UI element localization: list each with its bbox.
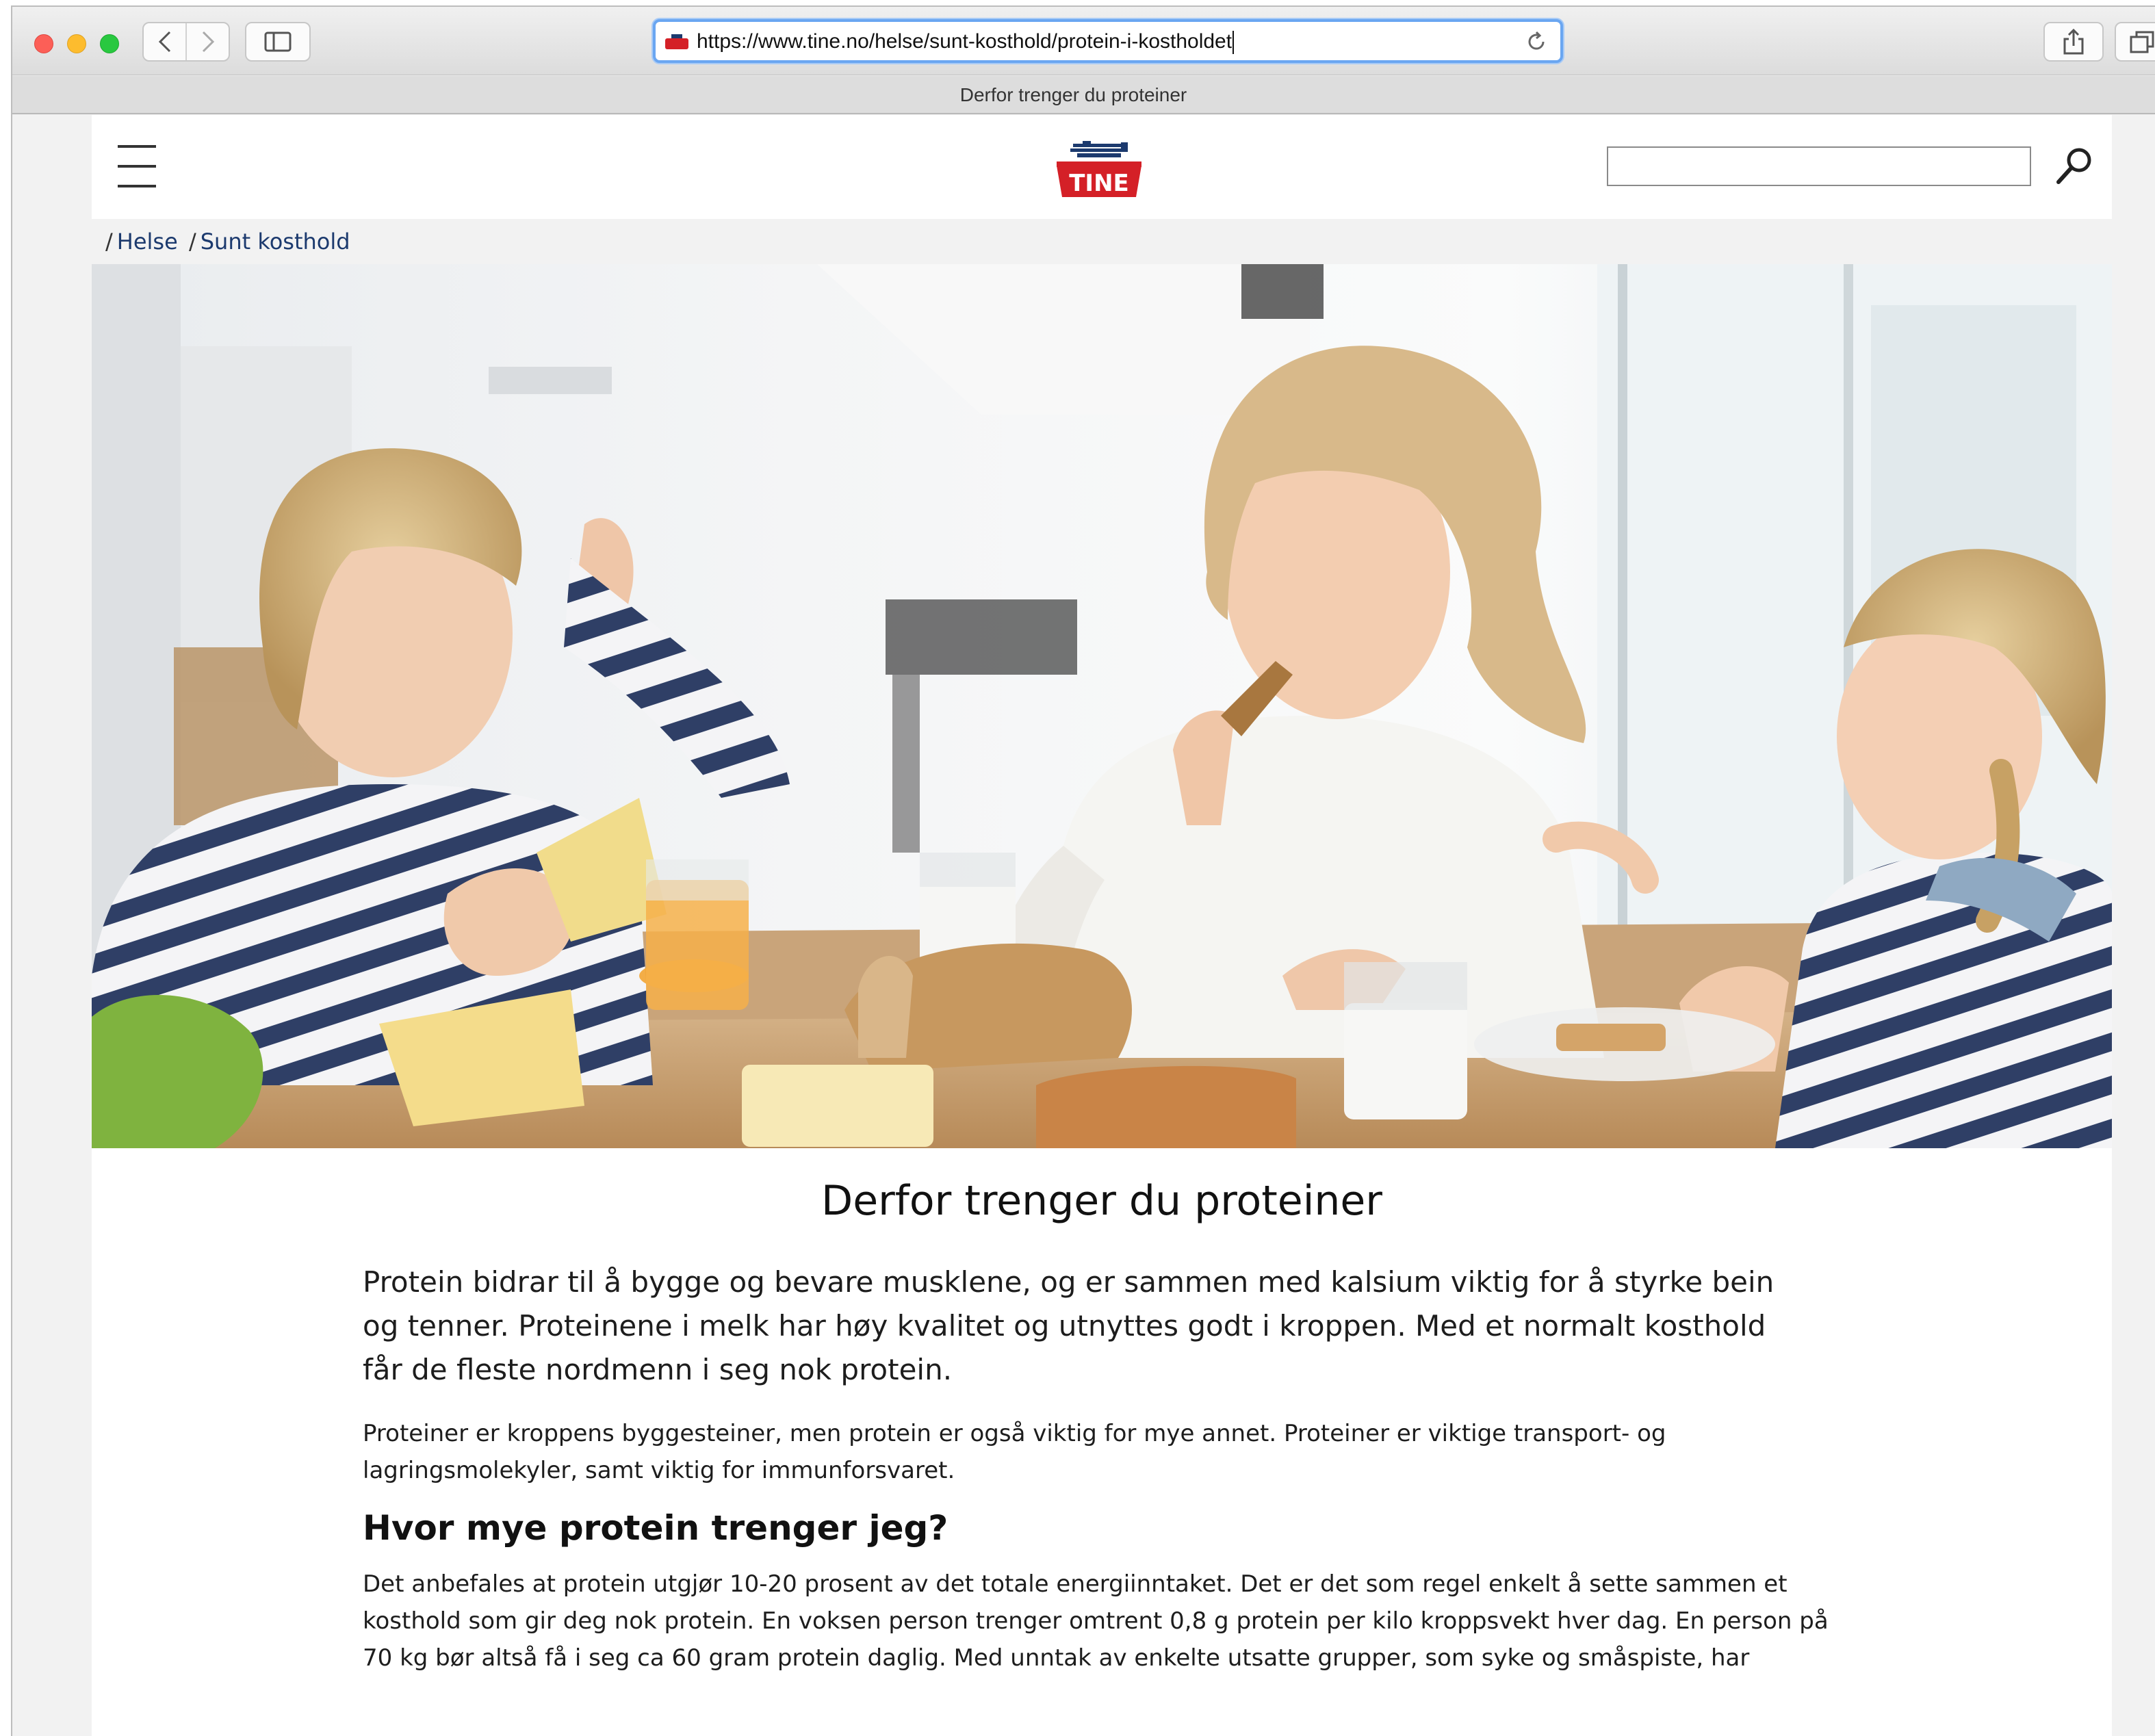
page-viewport: TINE / Helse / Sunt kosthold Derfor tren… bbox=[12, 115, 2155, 1736]
breadcrumb-separator: / bbox=[105, 229, 113, 255]
share-icon bbox=[2063, 28, 2084, 55]
page-title: Derfor trenger du proteiner bbox=[821, 1177, 1382, 1225]
tine-logo[interactable]: TINE bbox=[1053, 140, 1146, 198]
breadcrumb-separator: / bbox=[188, 229, 196, 255]
tab-bar: Derfor trenger du proteiner bbox=[12, 76, 2155, 114]
history-nav bbox=[142, 22, 230, 62]
zoom-window-button[interactable] bbox=[100, 34, 119, 53]
url-text[interactable]: https://www.tine.no/helse/sunt-kosthold/… bbox=[697, 30, 1235, 55]
close-window-button[interactable] bbox=[34, 34, 53, 53]
website: TINE / Helse / Sunt kosthold Derfor tren… bbox=[92, 115, 2112, 1736]
back-button[interactable] bbox=[144, 23, 185, 60]
lead-paragraph: Protein bidrar til å bygge og bevare mus… bbox=[363, 1265, 1775, 1386]
section-heading: Hvor mye protein trenger jeg? bbox=[363, 1508, 949, 1548]
tab-title[interactable]: Derfor trenger du proteiner bbox=[12, 84, 2155, 106]
search-input[interactable] bbox=[1607, 146, 2031, 186]
reload-icon[interactable] bbox=[1525, 30, 1548, 53]
back-icon bbox=[158, 31, 170, 53]
breadcrumb-link-sunt-kosthold[interactable]: Sunt kosthold bbox=[201, 229, 350, 255]
forward-button[interactable] bbox=[185, 23, 229, 60]
address-bar[interactable]: https://www.tine.no/helse/sunt-kosthold/… bbox=[653, 19, 1563, 63]
breadcrumb: / Helse / Sunt kosthold bbox=[92, 219, 2112, 264]
search-icon[interactable] bbox=[2053, 144, 2095, 186]
share-button[interactable] bbox=[2043, 22, 2104, 62]
sidebar-icon bbox=[264, 31, 292, 52]
family-breakfast-photo bbox=[92, 264, 2112, 1148]
sidebar-toggle-button[interactable] bbox=[245, 22, 311, 62]
forward-icon bbox=[202, 31, 214, 53]
site-header: TINE bbox=[92, 115, 2112, 219]
article: Derfor trenger du proteiner Protein bidr… bbox=[363, 1177, 1909, 1676]
tabs-icon bbox=[2130, 31, 2154, 53]
minimize-window-button[interactable] bbox=[67, 34, 86, 53]
menu-icon[interactable] bbox=[118, 145, 156, 187]
body-paragraph: Det anbefales at protein utgjør 10-20 pr… bbox=[363, 1570, 1829, 1672]
browser-window: https://www.tine.no/helse/sunt-kosthold/… bbox=[11, 5, 2155, 1736]
site-favicon-icon bbox=[665, 34, 688, 49]
breadcrumb-link-helse[interactable]: Helse bbox=[117, 229, 178, 255]
hero-image bbox=[92, 264, 2112, 1148]
tabs-overview-button[interactable] bbox=[2115, 22, 2155, 62]
svg-text:TINE: TINE bbox=[1069, 170, 1129, 197]
body-paragraph: Proteiner er kroppens byggesteiner, men … bbox=[363, 1420, 1666, 1484]
browser-toolbar: https://www.tine.no/helse/sunt-kosthold/… bbox=[12, 7, 2155, 75]
